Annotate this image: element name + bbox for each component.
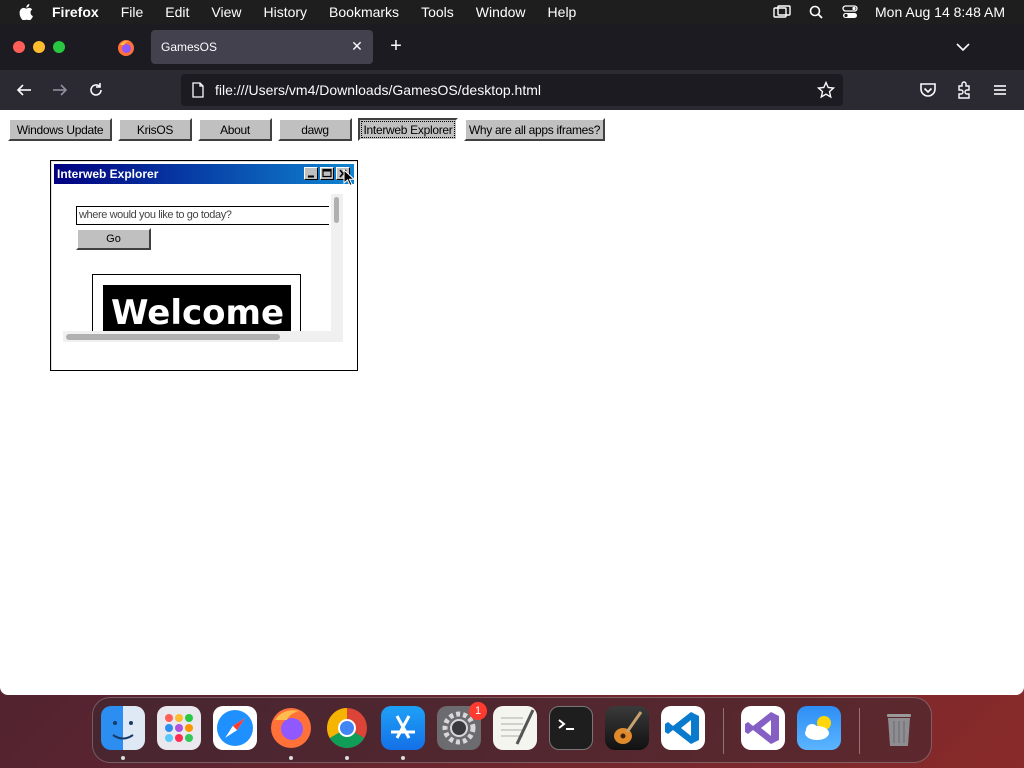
apple-icon[interactable] <box>19 4 35 20</box>
window-body: where would you like to go today? Go Wel… <box>63 193 343 339</box>
page-icon <box>190 82 206 98</box>
address-input[interactable]: where would you like to go today? <box>76 206 329 225</box>
window-title: Interweb Explorer <box>57 167 159 181</box>
minimize-window-button[interactable] <box>33 41 45 53</box>
menu-file[interactable]: File <box>121 4 144 20</box>
dock-running-indicator <box>345 756 349 760</box>
screen-mirroring-icon[interactable] <box>773 4 791 20</box>
url-bar[interactable]: file:///Users/vm4/Downloads/GamesOS/desk… <box>181 74 843 106</box>
menu-history[interactable]: History <box>263 4 307 20</box>
tab-title: GamesOS <box>161 40 218 54</box>
app-store-icon[interactable] <box>381 706 425 750</box>
dock-separator <box>859 708 860 754</box>
mouse-cursor-icon <box>343 168 356 187</box>
finder-icon[interactable] <box>101 706 145 750</box>
safari-icon[interactable] <box>213 706 257 750</box>
dock: 1 <box>92 697 932 763</box>
reload-icon[interactable] <box>86 80 106 100</box>
horizontal-scroll-thumb[interactable] <box>66 334 280 340</box>
app-button-about[interactable]: About <box>198 118 272 141</box>
welcome-frame: Welcome <box>92 274 301 339</box>
pocket-icon[interactable] <box>918 80 938 100</box>
browser-nav-bar: file:///Users/vm4/Downloads/GamesOS/desk… <box>0 70 1024 110</box>
chrome-icon[interactable] <box>325 706 369 750</box>
tab-close-icon[interactable]: ✕ <box>349 38 365 54</box>
forward-arrow-icon[interactable] <box>50 80 70 100</box>
menu-clock[interactable]: Mon Aug 14 8:48 AM <box>875 4 1005 20</box>
terminal-icon[interactable] <box>549 706 593 750</box>
firefox-icon[interactable] <box>269 706 313 750</box>
dock-running-indicator <box>401 756 405 760</box>
dock-running-indicator <box>121 756 125 760</box>
zoom-window-button[interactable] <box>53 41 65 53</box>
back-arrow-icon[interactable] <box>14 80 34 100</box>
dock-separator <box>723 708 724 754</box>
horizontal-scrollbar[interactable] <box>63 331 343 342</box>
firefox-view-icon[interactable] <box>117 39 135 57</box>
menu-view[interactable]: View <box>211 4 241 20</box>
menu-edit[interactable]: Edit <box>165 4 189 20</box>
tab-gamesos[interactable]: GamesOS ✕ <box>151 30 373 64</box>
gamesos-app-bar: Windows Update KrisOS About dawg Interwe… <box>8 118 611 141</box>
vertical-scrollbar[interactable] <box>331 194 343 332</box>
visual-studio-icon[interactable] <box>741 706 785 750</box>
app-button-interweb-explorer[interactable]: Interweb Explorer <box>358 118 458 141</box>
app-button-why-iframes[interactable]: Why are all apps iframes? <box>464 118 605 141</box>
app-button-krisos[interactable]: KrisOS <box>118 118 192 141</box>
menu-hamburger-icon[interactable] <box>990 80 1010 100</box>
menu-bookmarks[interactable]: Bookmarks <box>329 4 399 20</box>
close-window-button[interactable] <box>13 41 25 53</box>
browser-tab-bar: GamesOS ✕ + <box>0 24 1024 70</box>
garageband-icon[interactable] <box>605 706 649 750</box>
interweb-explorer-window: Interweb Explorer where would you like t… <box>50 160 358 371</box>
dock-running-indicator <box>289 756 293 760</box>
vscode-icon[interactable] <box>661 706 705 750</box>
menu-help[interactable]: Help <box>548 4 577 20</box>
go-button[interactable]: Go <box>76 228 151 250</box>
minimize-icon[interactable] <box>304 167 318 180</box>
app-button-windows-update[interactable]: Windows Update <box>8 118 112 141</box>
window-title-bar[interactable]: Interweb Explorer <box>54 164 356 187</box>
menu-app-name[interactable]: Firefox <box>52 4 99 20</box>
notification-badge: 1 <box>469 702 487 720</box>
spotlight-search-icon[interactable] <box>807 4 825 20</box>
extensions-icon[interactable] <box>954 80 974 100</box>
menu-bar: Firefox File Edit View History Bookmarks… <box>0 0 1024 24</box>
control-center-icon[interactable] <box>841 4 859 20</box>
maximize-icon[interactable] <box>320 167 334 180</box>
new-tab-icon[interactable]: + <box>386 36 406 56</box>
chevron-down-icon[interactable] <box>954 38 972 56</box>
weather-icon[interactable] <box>797 706 841 750</box>
url-text: file:///Users/vm4/Downloads/GamesOS/desk… <box>215 82 542 98</box>
menu-window[interactable]: Window <box>476 4 526 20</box>
launchpad-icon[interactable] <box>157 706 201 750</box>
page-content: Windows Update KrisOS About dawg Interwe… <box>0 110 1024 695</box>
app-button-dawg[interactable]: dawg <box>278 118 352 141</box>
vertical-scroll-thumb[interactable] <box>334 197 339 223</box>
trash-icon[interactable] <box>877 706 921 750</box>
menu-tools[interactable]: Tools <box>421 4 454 20</box>
textedit-icon[interactable] <box>493 706 537 750</box>
bookmark-star-icon[interactable] <box>816 80 836 99</box>
